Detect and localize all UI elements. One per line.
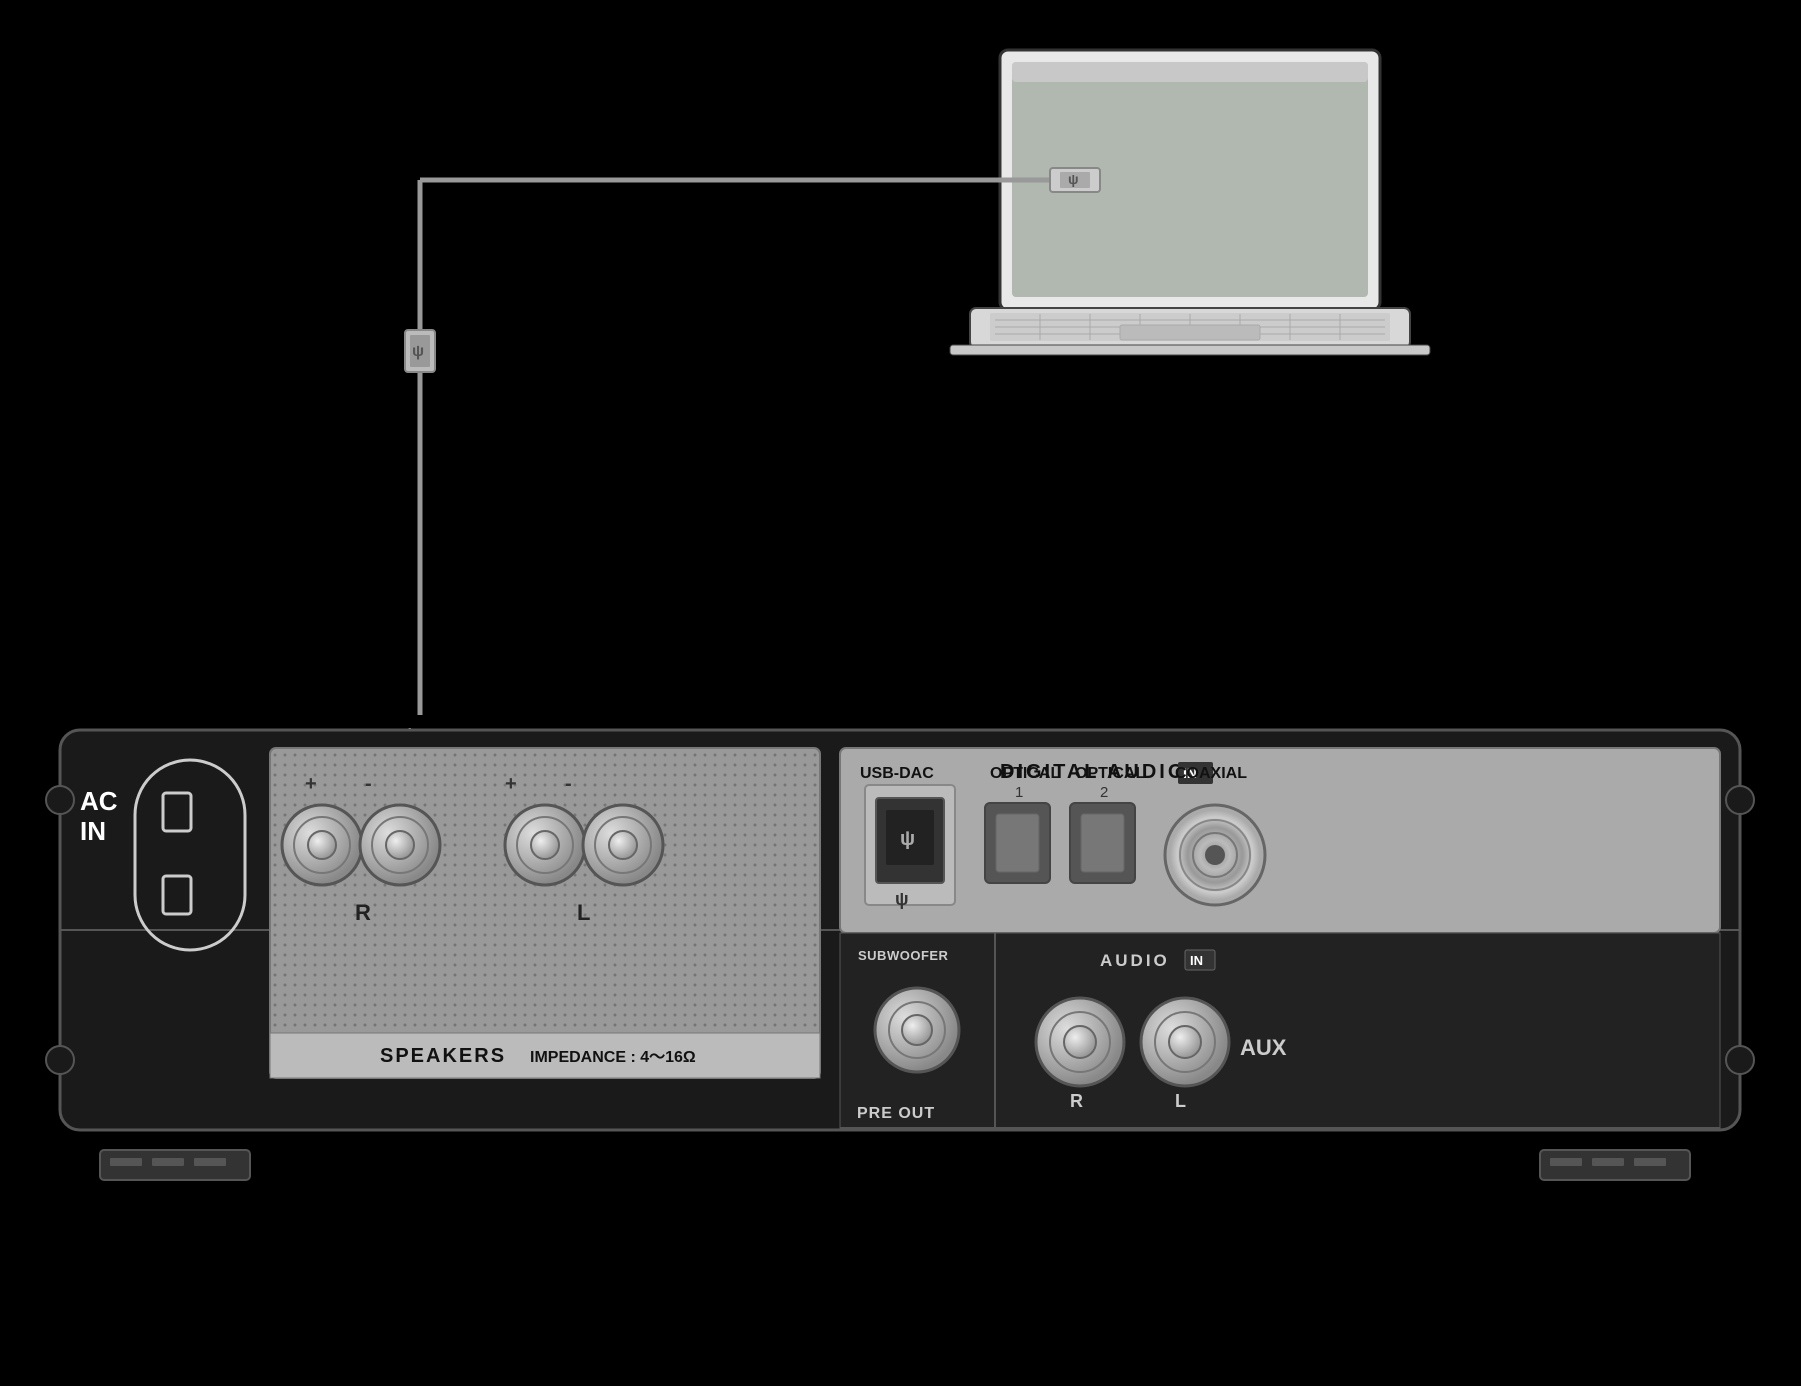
usb-type-b-connector: ψ bbox=[405, 330, 435, 372]
polarity-plus-1: + bbox=[305, 773, 317, 795]
usb-dac-label: USB-DAC bbox=[860, 765, 934, 782]
screw-top-right bbox=[1726, 786, 1754, 814]
usb-dac-port: ψ bbox=[900, 828, 915, 850]
laptop-illustration bbox=[950, 50, 1430, 355]
speakers-section: + - + - bbox=[270, 748, 820, 1078]
optical-1-sub: 1 bbox=[1015, 784, 1023, 801]
screw-bottom-left bbox=[46, 1046, 74, 1074]
left-foot bbox=[100, 1150, 250, 1180]
audio-r-label: R bbox=[1070, 1091, 1083, 1111]
svg-text:ψ: ψ bbox=[1068, 171, 1079, 187]
speaker-l-label: L bbox=[577, 900, 590, 925]
coaxial-label: COAXIAL bbox=[1175, 765, 1247, 782]
screw-bottom-right bbox=[1726, 1046, 1754, 1074]
right-foot bbox=[1540, 1150, 1690, 1180]
optical-2-sub: 2 bbox=[1100, 784, 1108, 801]
pre-out-label: PRE OUT bbox=[857, 1105, 935, 1122]
speaker-r-label: R bbox=[355, 900, 371, 925]
subwoofer-label: SUBWOOFER bbox=[858, 948, 949, 963]
digital-audio-section: DIGITAL AUDIO IN USB-DAC ψ ψ OPTICAL 1 O… bbox=[840, 748, 1720, 933]
audio-in-section: AUDIO IN R L AUX bbox=[995, 933, 1720, 1128]
polarity-minus-1: - bbox=[365, 773, 372, 795]
pre-out-section: SUBWOOFER PRE OUT bbox=[840, 933, 995, 1128]
usb-symbol-port: ψ bbox=[895, 889, 909, 909]
svg-text:ψ: ψ bbox=[412, 343, 424, 360]
aux-label: AUX bbox=[1240, 1035, 1287, 1060]
audio-in-title: AUDIO bbox=[1100, 951, 1170, 970]
audio-l-label: L bbox=[1175, 1091, 1186, 1111]
optical-2-label: OPTICAL bbox=[1075, 765, 1145, 782]
screw-top-left bbox=[46, 786, 74, 814]
audio-in-badge: IN bbox=[1190, 953, 1203, 968]
impedance-label: IMPEDANCE : 4～16Ω bbox=[530, 1049, 696, 1066]
polarity-plus-2: + bbox=[505, 773, 517, 795]
optical-1-label: OPTICAL bbox=[990, 765, 1060, 782]
ac-in-in-label: IN bbox=[80, 816, 106, 846]
polarity-minus-2: - bbox=[565, 773, 572, 795]
speakers-label: SPEAKERS bbox=[380, 1045, 506, 1067]
ac-in-label: AC bbox=[80, 786, 118, 816]
